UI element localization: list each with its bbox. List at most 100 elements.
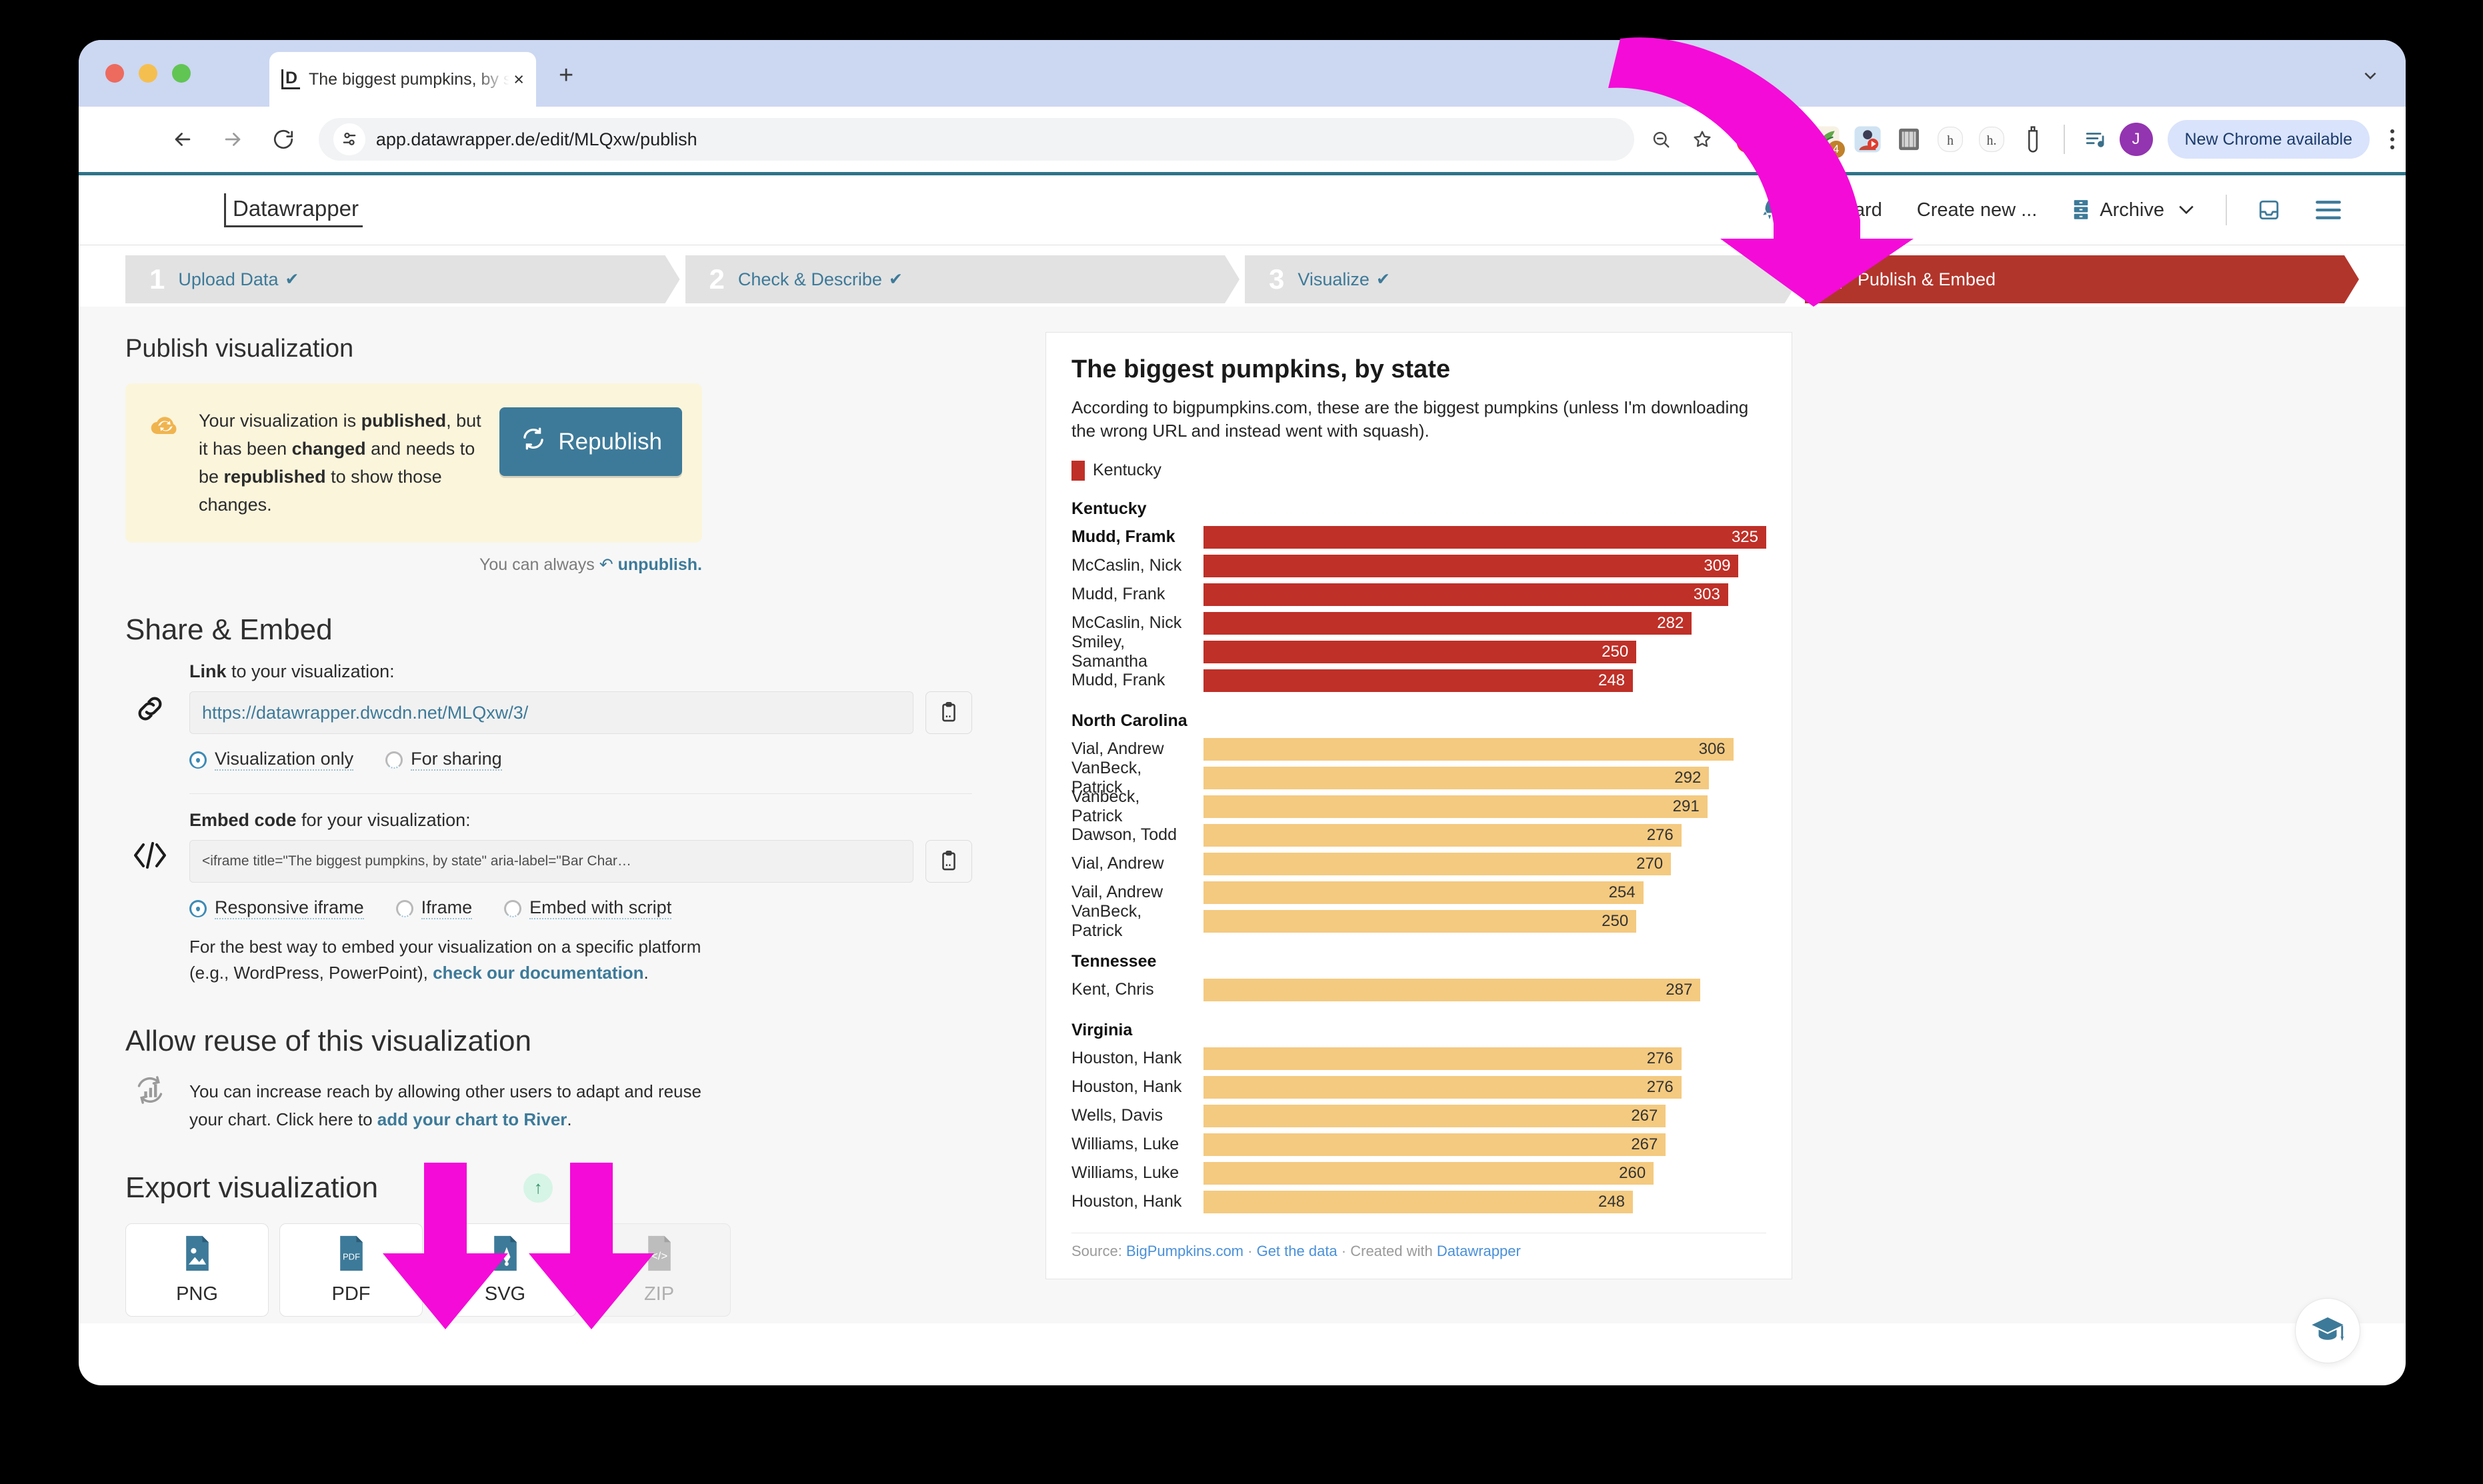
bar-track: 267	[1203, 1133, 1766, 1156]
bar-group-name: Kentucky	[1071, 499, 1147, 518]
export-zip-button: </> ZIP	[587, 1223, 731, 1317]
footer-get-data-link[interactable]: Get the data	[1257, 1243, 1338, 1259]
reuse-body: You can increase reach by allowing other…	[189, 1073, 972, 1133]
bar-track: 254	[1203, 881, 1766, 904]
forward-button[interactable]	[213, 119, 254, 160]
back-button[interactable]	[162, 119, 203, 160]
nav-dashboard[interactable]: Dashboard	[1744, 199, 1900, 221]
documentation-link[interactable]: check our documentation	[433, 963, 643, 983]
bookmark-star-icon[interactable]	[1685, 122, 1720, 157]
browser-tab[interactable]: D The biggest pumpkins, by sta ×	[269, 52, 536, 107]
extension-icon-3-badged[interactable]: 4	[1809, 122, 1845, 158]
step-check-describe[interactable]: 2 Check & Describe ✔	[685, 255, 1240, 303]
link-field-group: Link to your visualization: https://data…	[125, 661, 972, 795]
site-settings-icon[interactable]	[333, 123, 365, 155]
bar: 325	[1203, 525, 1766, 549]
embed-code-input[interactable]: <iframe title="The biggest pumpkins, by …	[189, 840, 913, 883]
extension-icon-2[interactable]	[1768, 122, 1802, 157]
extension-icon-5[interactable]	[1892, 122, 1926, 157]
close-window-button[interactable]	[105, 64, 124, 83]
bar-row: Williams, Luke 260	[1071, 1160, 1766, 1187]
republish-button[interactable]: Republish	[499, 407, 682, 476]
link-input-line: https://datawrapper.dwcdn.net/MLQxw/3/	[189, 691, 972, 735]
bar-value: 309	[1704, 556, 1731, 575]
link-input[interactable]: https://datawrapper.dwcdn.net/MLQxw/3/	[189, 691, 913, 735]
bar-row: Mudd, Frank 248	[1071, 667, 1766, 694]
chevron-down-icon	[2178, 199, 2195, 221]
extension-icon-4[interactable]	[1850, 122, 1885, 157]
unpublish-link[interactable]: unpublish.	[618, 555, 702, 574]
export-zip-label: ZIP	[643, 1283, 675, 1305]
export-png-button[interactable]: PNG	[125, 1223, 269, 1317]
radio-embed-with-script[interactable]	[504, 899, 522, 917]
radio-for-sharing[interactable]	[385, 751, 403, 769]
export-svg-button[interactable]: SVG	[433, 1223, 577, 1317]
extension-icon-6[interactable]: h	[1933, 122, 1968, 157]
bar-value: 267	[1631, 1106, 1658, 1125]
republish-label: Republish	[558, 428, 662, 455]
bar-track: 291	[1203, 795, 1766, 818]
maximize-window-button[interactable]	[172, 64, 191, 83]
extension-icon-7[interactable]: h.	[1974, 122, 2009, 157]
pdf-file-icon: PDF	[336, 1235, 367, 1275]
datawrapper-logo[interactable]: Datawrapper	[224, 193, 363, 227]
close-tab-icon[interactable]: ×	[513, 70, 524, 89]
help-academy-button[interactable]	[2295, 1298, 2360, 1363]
bar-row: Kent, Chris 287	[1071, 977, 1766, 1003]
footer-source-link[interactable]: BigPumpkins.com	[1126, 1243, 1244, 1259]
bar-row: Vanbeck, Patrick 291	[1071, 787, 1766, 825]
option-iframe[interactable]: Iframe	[395, 897, 473, 920]
profile-avatar[interactable]: J	[2119, 123, 2153, 156]
nav-archive[interactable]: Archive	[2054, 199, 2212, 221]
nav-menu[interactable]	[2298, 200, 2359, 220]
svg-text:h.: h.	[1986, 134, 1996, 148]
option-responsive-iframe[interactable]: Responsive iframe	[189, 897, 364, 920]
bar: 270	[1203, 852, 1672, 875]
option-embed-with-script[interactable]: Embed with script	[504, 897, 672, 920]
minimize-window-button[interactable]	[139, 64, 157, 83]
msg-bold-published: published	[361, 411, 447, 431]
step-upload-data[interactable]: 1 Upload Data ✔	[125, 255, 680, 303]
bar-group-name: Tennessee	[1071, 951, 1157, 971]
copy-embed-button[interactable]	[925, 840, 972, 883]
address-bar[interactable]: app.datawrapper.de/edit/MLQxw/publish	[318, 118, 1634, 161]
bar-value: 254	[1608, 883, 1636, 901]
extension-icon-1[interactable]	[1726, 122, 1761, 157]
bar: 250	[1203, 909, 1637, 933]
footer-datawrapper-link[interactable]: Datawrapper	[1437, 1243, 1521, 1259]
publish-panel: Publish visualization Your visualization…	[79, 307, 1019, 1323]
link-label-bold: Link	[189, 661, 227, 682]
copy-link-button[interactable]	[925, 691, 972, 735]
bar-label: VanBeck, Patrick	[1071, 901, 1142, 940]
option-visualization-only[interactable]: Visualization only	[189, 749, 354, 771]
msg-part-1: Your visualization is	[199, 411, 361, 431]
chrome-menu-icon[interactable]	[2379, 129, 2406, 149]
nav-create-new[interactable]: Create new ...	[1900, 199, 2055, 221]
unpublish-row: You can always ↶ unpublish.	[125, 555, 702, 575]
new-tab-button[interactable]: +	[559, 63, 573, 88]
bar-value: 248	[1598, 671, 1626, 689]
png-file-icon	[182, 1235, 213, 1275]
add-chart-to-river-link[interactable]: add your chart to River	[377, 1109, 567, 1129]
step-publish-embed[interactable]: 4 Publish & Embed	[1805, 255, 2360, 303]
radio-visualization-only[interactable]	[189, 751, 207, 769]
extension-icon-8[interactable]	[2016, 122, 2050, 157]
reading-list-icon[interactable]	[2078, 122, 2113, 157]
bar-label: Vanbeck, Patrick	[1071, 787, 1140, 825]
bar-track: 303	[1203, 583, 1766, 606]
bar-track: 250	[1203, 640, 1766, 663]
export-pdf-button[interactable]: PDF PDF	[279, 1223, 423, 1317]
radio-iframe[interactable]	[395, 899, 413, 917]
chrome-update-button[interactable]: New Chrome available	[2167, 120, 2370, 159]
option-for-sharing[interactable]: For sharing	[385, 749, 502, 771]
reload-button[interactable]	[263, 119, 304, 160]
collapse-section-button[interactable]: ↑	[523, 1173, 553, 1203]
step-visualize[interactable]: 3 Visualize ✔	[1245, 255, 1800, 303]
nav-inbox[interactable]	[2240, 199, 2298, 221]
step-number: 4	[1828, 263, 1844, 295]
app-header: Datawrapper Dashboard Create new ... Arc…	[79, 175, 2406, 245]
zoom-out-icon[interactable]	[1644, 122, 1678, 157]
legend-label-kentucky: Kentucky	[1093, 461, 1161, 480]
chevron-down-icon[interactable]	[2362, 67, 2379, 84]
radio-responsive-iframe[interactable]	[189, 899, 207, 917]
